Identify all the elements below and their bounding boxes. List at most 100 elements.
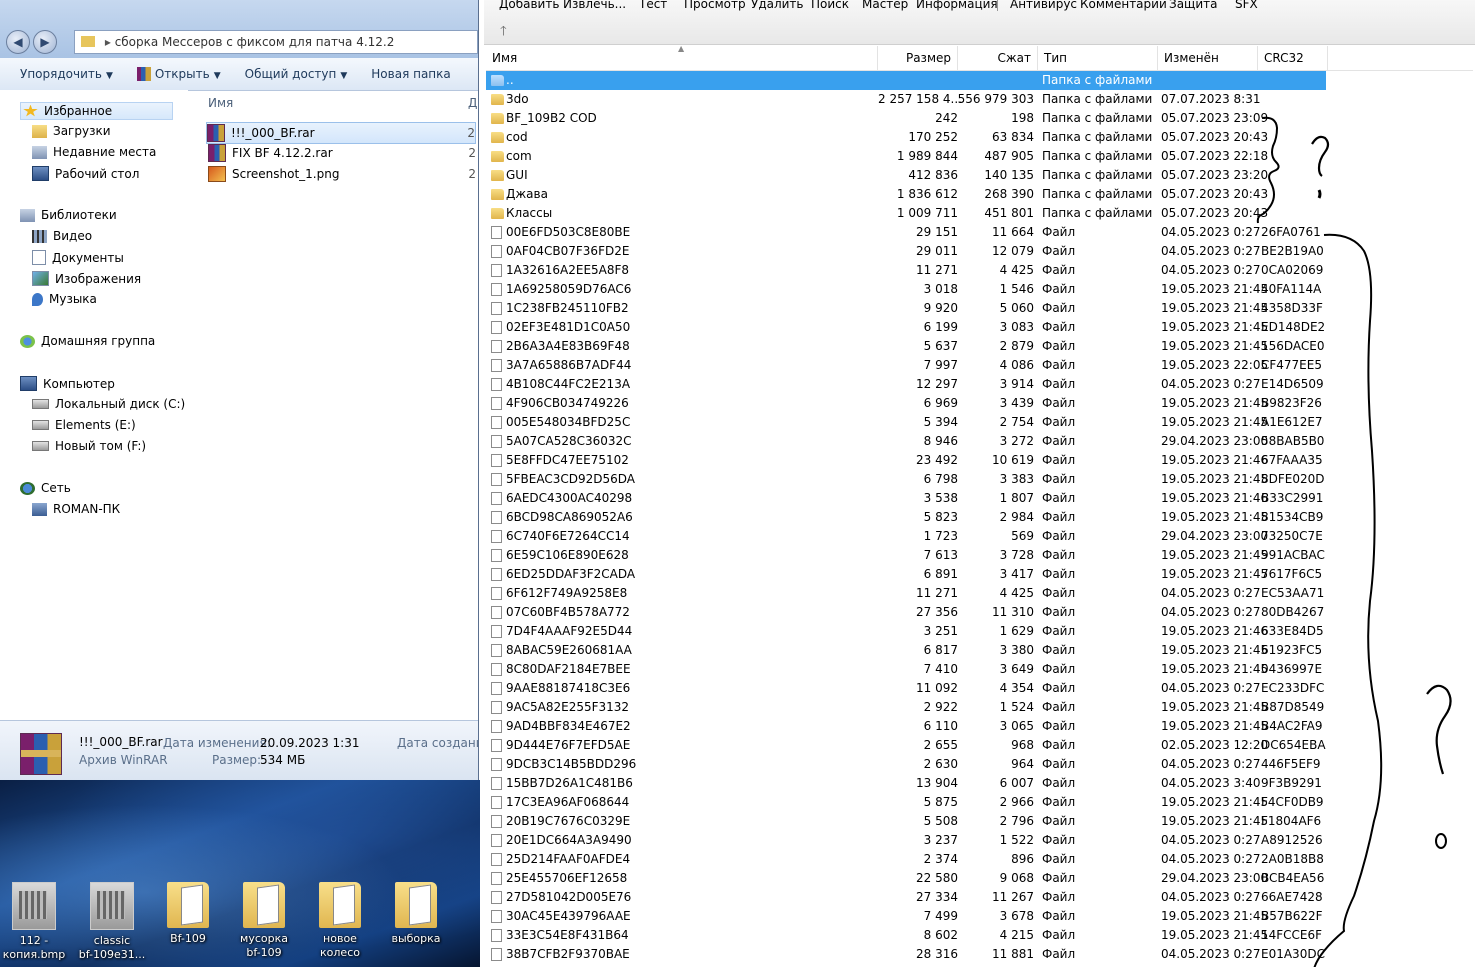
column-header-name[interactable]: Имя [486, 46, 878, 70]
nav-homegroup[interactable]: Домашняя группа [20, 334, 155, 348]
view-button[interactable]: Просмотр [684, 0, 746, 11]
file-item[interactable]: Screenshot_1.png 2 [208, 164, 476, 184]
archive-row[interactable]: 5FBEAC3CD92D56DA 6 798 3 383 Файл 19.05.2023… [486, 470, 1473, 489]
archive-row[interactable]: 5E8FFDC47EE75102 23 492 10 619 Файл 19.05.20… [486, 451, 1473, 470]
desktop-icon-item[interactable]: выборка [378, 882, 454, 946]
archive-row[interactable]: 8ABAC59E260681AA 6 817 3 380 Файл 19.05.2023… [486, 641, 1473, 660]
archive-row[interactable]: 20B19C7676C0329E 5 508 2 796 Файл 19.05.2023… [486, 812, 1473, 831]
archive-row[interactable]: 4B108C44FC2E213A 12 297 3 914 Файл 04.05.202… [486, 375, 1473, 394]
archive-row[interactable]: 27D581042D005E76 27 334 11 267 Файл 04.05.20… [486, 888, 1473, 907]
archive-row[interactable]: 3A7A65886B7ADF44 7 997 4 086 Файл 19.05.2023… [486, 356, 1473, 375]
nav-pc[interactable]: ROMAN-ПК [32, 502, 120, 516]
archive-row[interactable]: 6AEDC4300AC40298 3 538 1 807 Файл 19.05.2023… [486, 489, 1473, 508]
archive-row[interactable]: 6F612F749A9258E8 11 271 4 425 Файл 04.05.202… [486, 584, 1473, 603]
protect-button[interactable]: Защита [1169, 0, 1218, 11]
archive-row[interactable]: 0AF04CB07F36FD2E 29 011 12 079 Файл 04.05.20… [486, 242, 1473, 261]
address-bar[interactable]: ▸ сборка Мессеров с фиксом для патча 4.1… [74, 30, 478, 54]
parent-folder-row[interactable]: .. Папка с файлами [486, 71, 1326, 90]
column-header-packed[interactable]: Сжат [958, 46, 1038, 70]
nav-disk-f[interactable]: Новый том (F:) [32, 439, 146, 453]
archive-row[interactable]: GUI 412 836 140 135 Папка с файлами 05.07.20… [486, 166, 1473, 185]
archive-row[interactable]: cod 170 252 63 834 Папка с файлами 05.07.202… [486, 128, 1473, 147]
archive-row[interactable]: 6C740F6E7264CC14 1 723 569 Файл 29.04.2023 2… [486, 527, 1473, 546]
info-button[interactable]: Информация [916, 0, 998, 11]
column-header-date[interactable]: Д [468, 96, 477, 110]
desktop-icon-item[interactable]: Bf-109 [150, 882, 226, 946]
archive-row[interactable]: 2B6A3A4E83B69F48 5 637 2 879 Файл 19.05.2023… [486, 337, 1473, 356]
column-header-crc[interactable]: CRC32 [1258, 46, 1328, 70]
desktop-icon-item[interactable]: новое колесо [302, 882, 378, 960]
archive-row[interactable]: 1C238FB245110FB2 9 920 5 060 Файл 19.05.2023… [486, 299, 1473, 318]
archive-row[interactable]: 25E455706EF12658 22 580 9 068 Файл 29.04.202… [486, 869, 1473, 888]
archive-row[interactable]: 4F906CB034749226 6 969 3 439 Файл 19.05.2023… [486, 394, 1473, 413]
archive-row[interactable]: 33E3C54E8F431B64 8 602 4 215 Файл 19.05.2023… [486, 926, 1473, 945]
share-button[interactable]: Общий доступ ▼ [233, 67, 360, 81]
find-button[interactable]: Поиск [811, 0, 849, 11]
archive-row[interactable]: 7D4F4AAAF92E5D44 3 251 1 629 Файл 19.05.2023… [486, 622, 1473, 641]
column-header-size[interactable]: Размер [878, 46, 958, 70]
archive-row[interactable]: 1A69258059D76AC6 3 018 1 546 Файл 19.05.2023… [486, 280, 1473, 299]
archive-row[interactable]: Джава 1 836 612 268 390 Папка с файлами 05.0… [486, 185, 1473, 204]
add-button[interactable]: Добавить [499, 0, 559, 11]
extract-button[interactable]: Извлечь... [563, 0, 626, 11]
archive-row[interactable]: com 1 989 844 487 905 Папка с файлами 05.07.… [486, 147, 1473, 166]
up-arrow-icon[interactable]: 🡑 [500, 22, 507, 44]
organize-button[interactable]: Упорядочить ▼ [8, 67, 125, 81]
wizard-button[interactable]: Мастер [862, 0, 908, 11]
open-button[interactable]: Открыть ▼ [125, 67, 233, 81]
file-item[interactable]: !!!_000_BF.rar 2 [206, 122, 476, 144]
test-button[interactable]: Тест [639, 0, 667, 11]
comment-button[interactable]: Комментарии [1080, 0, 1167, 11]
archive-row[interactable]: 9D444E76F7EFD5AE 2 655 968 Файл 02.05.2023 1… [486, 736, 1473, 755]
delete-button[interactable]: Удалить [751, 0, 804, 11]
nav-desktop[interactable]: Рабочий стол [32, 166, 139, 181]
archive-row[interactable]: 8C80DAF2184E7BEE 7 410 3 649 Файл 19.05.2023… [486, 660, 1473, 679]
archive-row[interactable]: 1A32616A2EE5A8F8 11 271 4 425 Файл 04.05.202… [486, 261, 1473, 280]
nav-computer[interactable]: Компьютер [20, 376, 115, 391]
archive-row[interactable]: 00E6FD503C8E80BE 29 151 11 664 Файл 04.05.20… [486, 223, 1473, 242]
nav-network[interactable]: Сеть [20, 481, 71, 495]
archive-row[interactable]: Классы 1 009 711 451 801 Папка с файлами 05.… [486, 204, 1473, 223]
archive-row[interactable]: 30AC45E439796AAE 7 499 3 678 Файл 19.05.2023… [486, 907, 1473, 926]
archive-row[interactable]: 9AD4BBF834E467E2 6 110 3 065 Файл 19.05.2023… [486, 717, 1473, 736]
nav-disk-e[interactable]: Elements (E:) [32, 418, 136, 432]
nav-recent[interactable]: Недавние места [32, 145, 156, 159]
archive-row[interactable]: 9AAE88187418C3E6 11 092 4 354 Файл 04.05.202… [486, 679, 1473, 698]
column-header-name[interactable]: Имя [208, 96, 233, 110]
file-item[interactable]: FIX BF 4.12.2.rar 2 [208, 143, 476, 163]
archive-row[interactable]: 3do 2 257 158 4... 556 979 303 Папка с файл… [486, 90, 1473, 109]
column-header-modified[interactable]: Изменён [1158, 46, 1258, 70]
nav-video[interactable]: Видео [32, 229, 92, 243]
nav-downloads[interactable]: Загрузки [32, 124, 111, 138]
archive-row[interactable]: 20E1DC664A3A9490 3 237 1 522 Файл 04.05.2023… [486, 831, 1473, 850]
nav-libraries[interactable]: Библиотеки [20, 208, 117, 222]
archive-row[interactable]: 15BB7D26A1C481B6 13 904 6 007 Файл 04.05.202… [486, 774, 1473, 793]
new-folder-button[interactable]: Новая папка [359, 67, 462, 81]
archive-row[interactable]: BF_109B2 COD 242 198 Папка с файлами 05.07.2… [486, 109, 1473, 128]
nav-music[interactable]: Музыка [32, 292, 97, 306]
nav-disk-c[interactable]: Локальный диск (C:) [32, 397, 185, 411]
column-header-type[interactable]: Тип [1038, 46, 1158, 70]
archive-row[interactable]: 6ED25DDAF3F2CADA 6 891 3 417 Файл 19.05.2023… [486, 565, 1473, 584]
forward-icon[interactable]: ▶ [33, 30, 57, 54]
back-icon[interactable]: ◀ [6, 30, 30, 54]
archive-row[interactable]: 25D214FAAF0AFDE4 2 374 896 Файл 04.05.2023 0… [486, 850, 1473, 869]
archive-row[interactable]: 005E548034BFD25C 5 394 2 754 Файл 19.05.2023… [486, 413, 1473, 432]
desktop-icon-item[interactable]: classic bf-109e31... [74, 882, 150, 962]
archive-row[interactable]: 6BCD98CA869052A6 5 823 2 984 Файл 19.05.2023… [486, 508, 1473, 527]
archive-row[interactable]: 38B7CFB2F9370BAE 28 316 11 881 Файл 04.05.20… [486, 945, 1473, 964]
nav-documents[interactable]: Документы [32, 250, 124, 265]
archive-row[interactable]: 6E59C106E890E628 7 613 3 728 Файл 19.05.2023… [486, 546, 1473, 565]
desktop-icon-item[interactable]: 112 - копия.bmp [0, 882, 72, 962]
archive-row[interactable]: 9DCB3C14B5BDD296 2 630 964 Файл 04.05.2023 0… [486, 755, 1473, 774]
desktop-icon-item[interactable]: мусорка bf-109 [226, 882, 302, 960]
archive-row[interactable]: 02EF3E481D1C0A50 6 199 3 083 Файл 19.05.2023… [486, 318, 1473, 337]
antivirus-button[interactable]: Антивирус [1010, 0, 1077, 11]
nav-favorites[interactable]: Избранное [20, 102, 174, 120]
archive-row[interactable]: 07C60BF4B578A772 27 356 11 310 Файл 04.05.20… [486, 603, 1473, 622]
sfx-button[interactable]: SFX [1235, 0, 1258, 11]
nav-images[interactable]: Изображения [32, 271, 141, 286]
archive-row[interactable]: 5A07CA528C36032C 8 946 3 272 Файл 29.04.2023… [486, 432, 1473, 451]
archive-row[interactable]: 9AC5A82E255F3132 2 922 1 524 Файл 19.05.2023… [486, 698, 1473, 717]
archive-row[interactable]: 17C3EA96AF068644 5 875 2 966 Файл 19.05.2023… [486, 793, 1473, 812]
